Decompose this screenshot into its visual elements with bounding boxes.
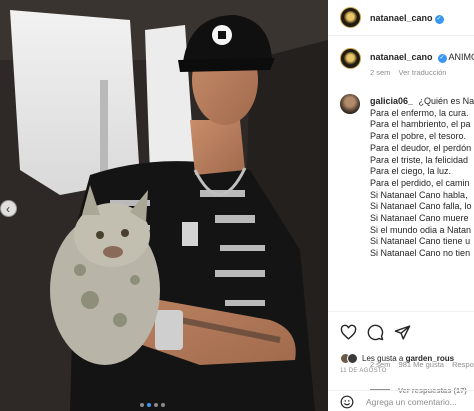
- comment-line: ¿Quién es Nat: [418, 96, 474, 106]
- comment-line: Si Natanael Cano tiene u: [370, 236, 471, 247]
- carousel-dot: [161, 403, 165, 407]
- comment-line: Para el hambriento, el pa: [370, 119, 471, 130]
- translate-link[interactable]: Ver traducción: [399, 68, 447, 77]
- post-image[interactable]: ‹: [0, 0, 328, 411]
- comment-line: Si el mundo odia a Natan: [370, 224, 472, 235]
- carousel-dot: [147, 403, 151, 407]
- caption-meta: 2 sem Ver traducción: [370, 68, 446, 77]
- comment-line: Para el pobre, el tesoro.: [370, 131, 467, 142]
- comment-input[interactable]: Agrega un comentario...: [366, 397, 457, 407]
- post-actions: Les gusta a garden_rous 11 DE AGOSTO Agr…: [328, 311, 474, 411]
- commenter-username[interactable]: galicia06_: [370, 96, 413, 106]
- carousel-dot: [140, 403, 144, 407]
- caption-time: 2 sem: [370, 68, 391, 77]
- previous-slide-button[interactable]: ‹: [0, 200, 17, 217]
- liker-avatar: [347, 353, 358, 364]
- comment-line: Para el ciego, la luz.: [370, 166, 452, 177]
- caption-text: natanael_cano ✓ ANIMO: [370, 52, 474, 63]
- commenter-avatar[interactable]: [340, 94, 360, 114]
- comment-text: galicia06_ ¿Quién es Nat Para el enfermo,…: [370, 96, 474, 260]
- caption-author-avatar[interactable]: [340, 48, 361, 69]
- author-username[interactable]: natanael_cano ✓: [370, 13, 444, 24]
- heart-icon[interactable]: [340, 324, 357, 341]
- post-header: natanael_cano ✓: [328, 0, 474, 36]
- liked-by-text: Les gusta a garden_rous: [362, 354, 455, 363]
- caption-start: ANIMO: [448, 52, 474, 62]
- chevron-left-icon: ‹: [6, 201, 10, 216]
- caption-author-username[interactable]: natanael_cano: [370, 52, 433, 62]
- comment-icon[interactable]: [367, 324, 384, 341]
- add-comment-bar[interactable]: Agrega un comentario...: [328, 390, 474, 411]
- post-photo: [0, 0, 328, 411]
- comment-line: Para el deudor, el perdón: [370, 142, 472, 153]
- share-icon[interactable]: [394, 324, 411, 341]
- emoji-icon[interactable]: [340, 395, 354, 409]
- carousel-dot: [154, 403, 158, 407]
- verified-check-icon: ✓: [437, 54, 447, 63]
- carousel-indicator: [140, 403, 165, 407]
- liked-by[interactable]: Les gusta a garden_rous: [340, 353, 454, 364]
- action-icons: [340, 324, 411, 341]
- comment-line: Para el perdido, el camin: [370, 177, 470, 188]
- author-avatar[interactable]: [340, 7, 361, 28]
- comment-line: Si Natanael Cano no tien: [370, 248, 471, 259]
- comment-line: Si Natanael Cano habla,: [370, 189, 468, 200]
- verified-check-icon: ✓: [434, 15, 444, 24]
- comment-line: Si Natanael Cano falla, lo: [370, 201, 472, 212]
- comment-line: Para el enfermo, la cura.: [370, 107, 469, 118]
- comment-line: Para el triste, la felicidad: [370, 154, 469, 165]
- comment-line: Si Natanael Cano muere: [370, 213, 469, 224]
- post-details-panel: natanael_cano✓ natanael_cano✓ ANIMO 2 se…: [328, 0, 474, 411]
- post-date: 11 DE AGOSTO: [340, 368, 387, 374]
